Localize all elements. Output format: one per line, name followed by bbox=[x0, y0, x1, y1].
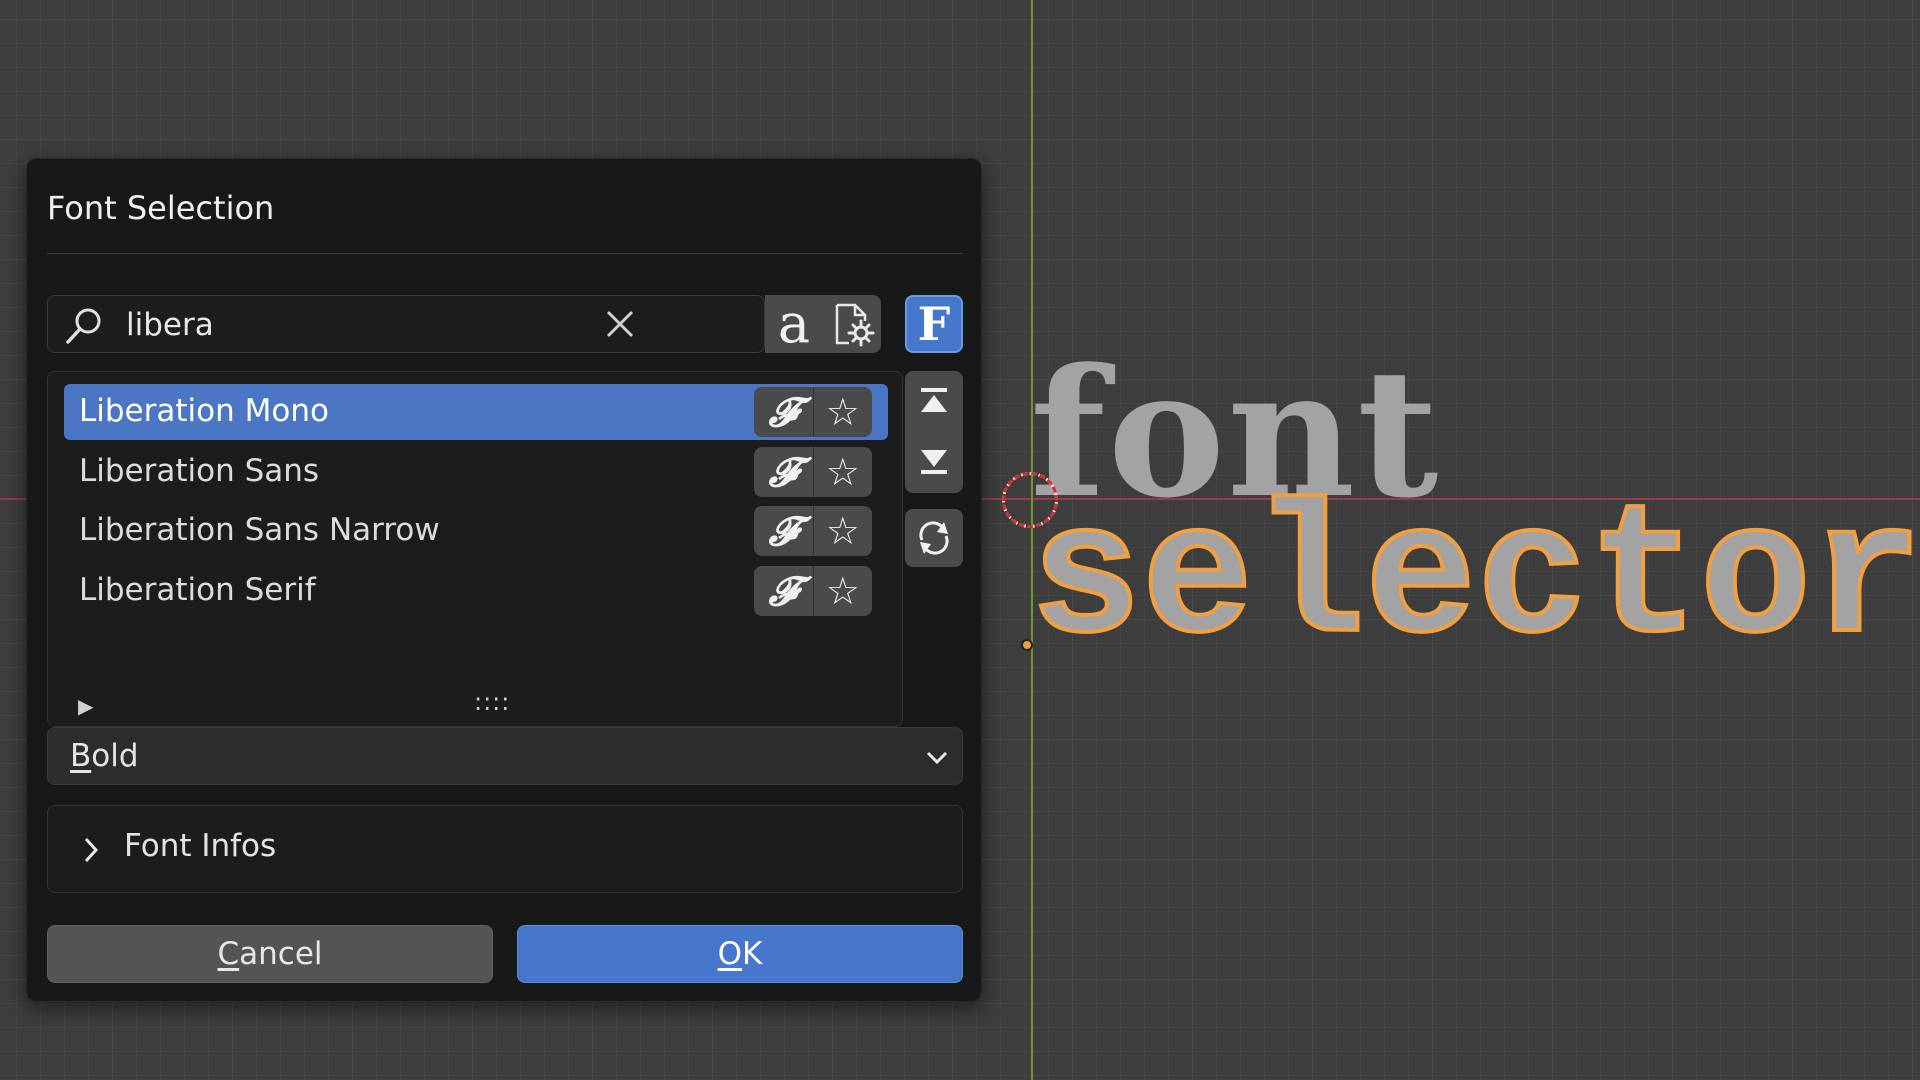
font-style-dropdown[interactable]: Bold bbox=[47, 727, 963, 785]
list-side-tools bbox=[905, 371, 963, 493]
search-input[interactable] bbox=[124, 302, 598, 348]
refresh-button[interactable] bbox=[905, 509, 963, 567]
font-name-label: Liberation Sans bbox=[79, 453, 320, 489]
resize-grip-icon[interactable]: :::: bbox=[474, 688, 510, 716]
font-infos-label: Font Infos bbox=[124, 828, 277, 864]
list-item[interactable]: Liberation Sans 𝓕 ☆ bbox=[64, 444, 888, 500]
3d-cursor-icon bbox=[1002, 472, 1058, 528]
ok-button[interactable]: OK bbox=[517, 925, 963, 983]
cancel-button[interactable]: Cancel bbox=[47, 925, 493, 983]
row-actions: 𝓕 ☆ bbox=[754, 447, 872, 497]
title-divider bbox=[47, 253, 963, 254]
font-style-value: Bold bbox=[70, 738, 139, 774]
cancel-rest: ancel bbox=[239, 936, 323, 972]
dialog-title: Font Selection bbox=[47, 189, 275, 227]
list-item[interactable]: Liberation Serif 𝓕 ☆ bbox=[64, 563, 888, 619]
font-sample-button[interactable]: a bbox=[765, 295, 823, 353]
font-type-icon[interactable]: 𝓕 bbox=[754, 566, 814, 616]
font-name-label: Liberation Serif bbox=[79, 572, 316, 608]
text-object-selector[interactable]: selector bbox=[1028, 486, 1920, 676]
list-item[interactable]: Liberation Mono 𝓕 ☆ bbox=[64, 384, 888, 440]
search-icon bbox=[66, 308, 101, 344]
search-box bbox=[47, 295, 765, 353]
move-bottom-button[interactable] bbox=[905, 431, 963, 491]
object-origin-icon bbox=[1021, 639, 1033, 651]
row-actions: 𝓕 ☆ bbox=[754, 566, 872, 616]
close-icon[interactable] bbox=[600, 304, 640, 344]
row-actions: 𝓕 ☆ bbox=[754, 387, 872, 437]
font-name-label: Liberation Sans Narrow bbox=[79, 512, 440, 548]
ok-rest: K bbox=[742, 936, 763, 972]
refresh-icon bbox=[919, 521, 949, 555]
ok-mnemonic: O bbox=[717, 936, 743, 972]
chevron-right-icon bbox=[84, 837, 99, 863]
file-settings-icon bbox=[835, 303, 875, 347]
font-type-toggle-button[interactable]: F bbox=[905, 295, 963, 353]
row-actions: 𝓕 ☆ bbox=[754, 506, 872, 556]
font-type-icon[interactable]: 𝓕 bbox=[754, 506, 814, 556]
font-selection-dialog: Font Selection a F bbox=[26, 158, 982, 1002]
file-settings-button[interactable] bbox=[823, 295, 881, 353]
font-type-icon[interactable]: 𝓕 bbox=[754, 387, 814, 437]
font-name-label: Liberation Mono bbox=[79, 393, 329, 429]
font-list: Liberation Mono 𝓕 ☆ Liberation Sans 𝓕 ☆ … bbox=[47, 371, 903, 727]
expand-arrow-icon[interactable]: ▶ bbox=[78, 694, 93, 718]
move-top-icon bbox=[921, 388, 947, 412]
font-style-mnemonic: B bbox=[70, 738, 92, 774]
move-bottom-icon bbox=[921, 450, 947, 474]
star-icon[interactable]: ☆ bbox=[814, 387, 873, 437]
move-top-button[interactable] bbox=[905, 371, 963, 431]
list-item[interactable]: Liberation Sans Narrow 𝓕 ☆ bbox=[64, 503, 888, 559]
chevron-down-icon bbox=[926, 751, 948, 765]
star-icon[interactable]: ☆ bbox=[814, 447, 873, 497]
font-infos-panel[interactable]: Font Infos bbox=[47, 805, 963, 893]
star-icon[interactable]: ☆ bbox=[814, 506, 873, 556]
font-style-rest: old bbox=[91, 738, 139, 774]
font-type-icon[interactable]: 𝓕 bbox=[754, 447, 814, 497]
star-icon[interactable]: ☆ bbox=[814, 566, 873, 616]
cancel-mnemonic: C bbox=[217, 936, 240, 972]
font-sample-icon: a bbox=[777, 292, 811, 355]
